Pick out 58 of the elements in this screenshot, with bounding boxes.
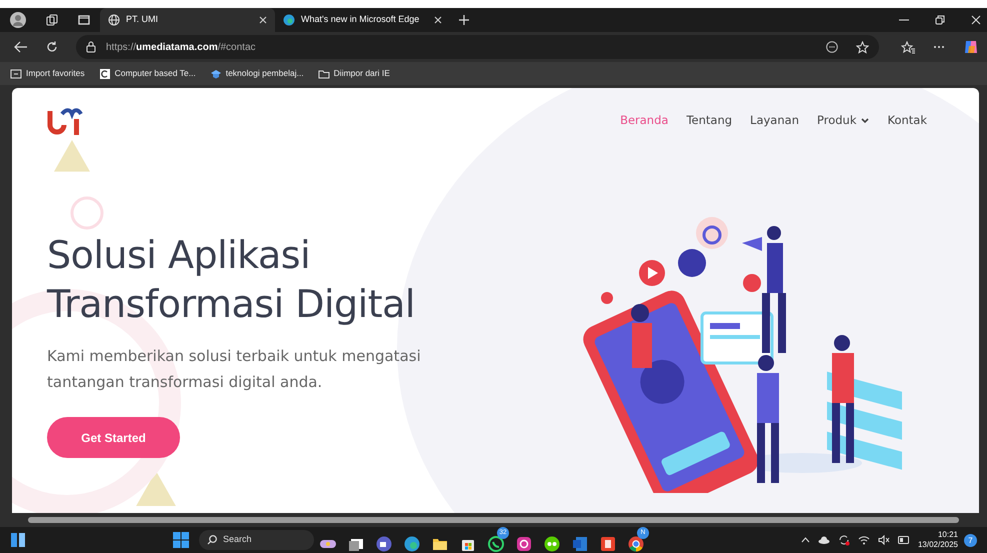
bookmark-link[interactable]: teknologi pembelaj...	[210, 67, 304, 80]
browser-tab[interactable]: PT. UMI	[100, 8, 275, 32]
start-icon[interactable]	[172, 532, 189, 548]
more-options-icon[interactable]	[826, 41, 838, 53]
nav-link[interactable]: Produk	[816, 112, 870, 130]
more-icon[interactable]	[933, 45, 945, 49]
restore-icon[interactable]	[935, 15, 945, 25]
close-icon[interactable]	[434, 16, 442, 24]
profile-icon[interactable]	[10, 12, 26, 28]
chat-bubble-icon[interactable]	[488, 536, 504, 552]
get-started-button[interactable]: Get Started	[47, 417, 180, 458]
video-call-icon[interactable]	[376, 536, 392, 552]
triangle-decoration	[136, 471, 176, 506]
lock-icon	[86, 41, 96, 53]
wifi-icon[interactable]	[858, 535, 870, 545]
copilot-icon[interactable]	[963, 39, 979, 55]
refresh-icon[interactable]	[46, 41, 58, 53]
search-icon	[206, 535, 217, 545]
document-icon[interactable]	[600, 536, 616, 552]
folder-icon	[318, 68, 330, 80]
tab-actions-icon[interactable]	[78, 14, 90, 26]
back-icon[interactable]	[14, 41, 28, 53]
ring-decoration	[70, 196, 104, 230]
clock-date[interactable]: 13/02/2025	[918, 540, 958, 550]
cloud-icon[interactable]	[818, 536, 830, 544]
globe-icon	[108, 14, 120, 26]
star-icon[interactable]	[856, 40, 869, 54]
favorites-icon[interactable]	[901, 40, 915, 54]
triangle-decoration	[54, 140, 90, 172]
hero-subtitle: Kami memberikan solusi terbaik untuk mengatasi tantangan transformasi digital anda.	[47, 346, 421, 393]
nav-link[interactable]: Tentang	[686, 112, 732, 130]
search-field[interactable]: Search	[198, 530, 314, 550]
bookmark-link[interactable]: Import favorites	[10, 67, 85, 80]
bookmark-link[interactable]: Diimpor dari IE	[318, 67, 390, 80]
graduation-cap-icon	[210, 68, 222, 80]
close-icon[interactable]	[259, 16, 267, 24]
chevron-up-icon[interactable]	[800, 537, 810, 543]
hero-title: Solusi Aplikasi	[47, 232, 312, 279]
bookmark-link[interactable]: Computer based Te...	[98, 67, 196, 80]
camera-icon[interactable]	[516, 536, 532, 552]
hero-title: Transformasi Digital	[47, 281, 416, 328]
circle-logo-icon[interactable]	[628, 536, 644, 552]
new-tab-icon[interactable]	[458, 14, 470, 26]
battery-icon[interactable]	[898, 536, 910, 544]
url-field[interactable]: https://umediatama.com/#contac	[106, 40, 256, 54]
import-icon	[10, 68, 22, 80]
muted-speaker-icon[interactable]	[878, 535, 890, 545]
workspaces-icon[interactable]	[46, 14, 58, 26]
nav-link[interactable]: Kontak	[887, 112, 927, 130]
browser-tab[interactable]: What's new in Microsoft Edge	[275, 8, 450, 32]
close-icon[interactable]	[971, 15, 981, 25]
logo-icon	[47, 108, 83, 136]
scrollbar-thumb[interactable]	[28, 517, 959, 523]
nav-link[interactable]: Layanan	[750, 112, 799, 130]
widgets-icon[interactable]	[10, 532, 26, 548]
sync-icon[interactable]	[838, 534, 850, 546]
clock-time[interactable]: 10:21	[938, 530, 958, 540]
page-icon	[98, 68, 111, 80]
